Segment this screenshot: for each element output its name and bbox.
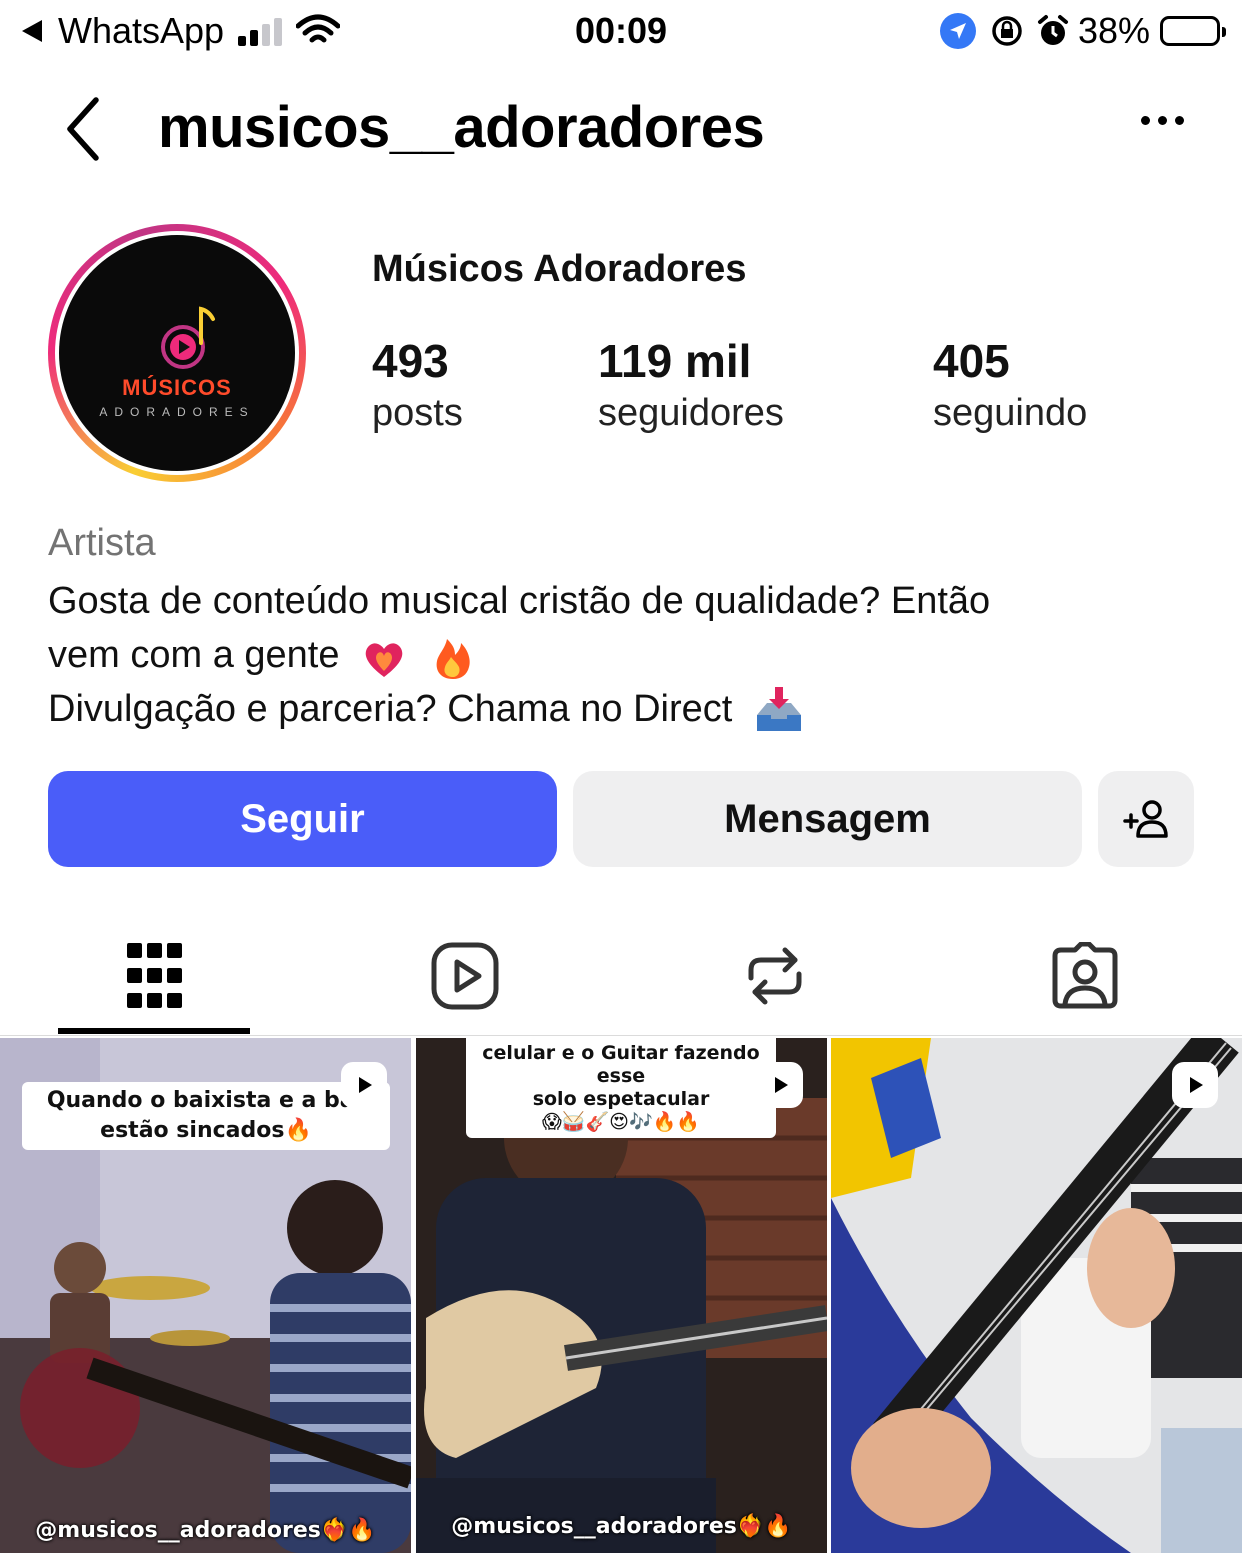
bio-line: vem com a gente: [48, 634, 340, 676]
bio-line: Divulgação e parceria? Chama no Direct: [48, 688, 733, 730]
rotation-lock-icon: [992, 16, 1022, 46]
stat-value: 119 mil: [598, 335, 752, 387]
stat-value: 493: [372, 335, 449, 387]
caption-line: 😱🥁🎸😍🎶🔥🔥: [542, 1111, 700, 1133]
fire-icon: [436, 638, 470, 679]
profile-header: musicos__adoradores: [0, 80, 1242, 176]
inbox-tray-icon: [756, 686, 801, 731]
grid-icon: [127, 943, 182, 1008]
follow-button[interactable]: Seguir: [48, 771, 557, 867]
avatar-story-ring[interactable]: MÚSICOS ADORADORES: [48, 224, 306, 482]
tab-reposts[interactable]: [620, 920, 930, 1032]
post-watermark-handle: @musicos__adoradores❤️‍🔥🔥: [35, 1518, 376, 1543]
add-person-icon: [1123, 800, 1168, 838]
post-caption: celular e o Guitar fazendo esse solo esp…: [466, 1038, 776, 1138]
profile-tabs: [0, 920, 1242, 1036]
profile-bio: Gosta de conteúdo musical cristão de qua…: [48, 574, 1208, 737]
location-arrow-icon: [939, 13, 976, 49]
stat-value: 405: [933, 335, 1010, 387]
suggested-accounts-button[interactable]: [1098, 771, 1194, 867]
stat-following[interactable]: 405 seguindo: [933, 334, 1087, 435]
post-thumbnail: [831, 1038, 1242, 1553]
avatar: MÚSICOS ADORADORES: [59, 235, 295, 471]
bio-line: Gosta de conteúdo musical cristão de qua…: [48, 580, 991, 622]
reel-badge-icon: [341, 1062, 387, 1108]
tagged-person-icon: [1052, 942, 1118, 1009]
battery-percent: 38%: [1077, 10, 1150, 51]
caption-line: solo espetacular: [532, 1088, 710, 1110]
grid-post[interactable]: [831, 1038, 1242, 1553]
message-button[interactable]: Mensagem: [573, 771, 1082, 867]
back-chevron-icon[interactable]: [62, 94, 112, 164]
stat-label: posts: [372, 392, 463, 434]
battery-icon: [1160, 16, 1226, 46]
avatar-logo-subtext: ADORADORES: [99, 405, 255, 419]
caption-line: estão sincados🔥: [100, 1118, 312, 1143]
repost-icon: [748, 947, 802, 1005]
stat-label: seguindo: [933, 392, 1088, 434]
tab-reels[interactable]: [310, 920, 620, 1032]
reel-badge-icon: [757, 1062, 803, 1108]
posts-grid: Quando o baixista e a bat estão sincados…: [0, 1038, 1242, 1553]
grid-post[interactable]: Quando o baixista e a bat estão sincados…: [0, 1038, 411, 1553]
stat-posts[interactable]: 493 posts: [372, 334, 463, 435]
tab-posts-grid[interactable]: [0, 920, 310, 1032]
caption-line: celular e o Guitar fazendo esse: [482, 1042, 760, 1087]
grid-post[interactable]: celular e o Guitar fazendo esse solo esp…: [416, 1038, 827, 1553]
stat-followers[interactable]: 119 mil seguidores: [598, 334, 784, 435]
display-name: Músicos Adoradores: [372, 248, 747, 290]
active-tab-indicator: [58, 1028, 250, 1034]
more-options-icon[interactable]: [1133, 116, 1184, 125]
avatar-logo-text: MÚSICOS: [122, 375, 232, 400]
post-watermark-handle: @musicos__adoradores❤️‍🔥🔥: [451, 1514, 792, 1539]
profile-category: Artista: [48, 522, 156, 564]
post-caption: Quando o baixista e a bat estão sincados…: [22, 1082, 390, 1150]
alarm-icon: [1037, 15, 1068, 45]
heart-on-fire-icon: [365, 643, 403, 677]
reels-icon: [431, 942, 499, 1010]
music-note-logo-icon: [161, 306, 215, 369]
profile-username: musicos__adoradores: [158, 95, 765, 160]
stat-label: seguidores: [598, 392, 784, 434]
caption-line: Quando o baixista e a bat: [46, 1088, 366, 1113]
status-bar: WhatsApp 00:09 38%: [0, 0, 1242, 64]
reel-badge-icon: [1172, 1062, 1218, 1108]
tab-tagged[interactable]: [930, 920, 1240, 1032]
